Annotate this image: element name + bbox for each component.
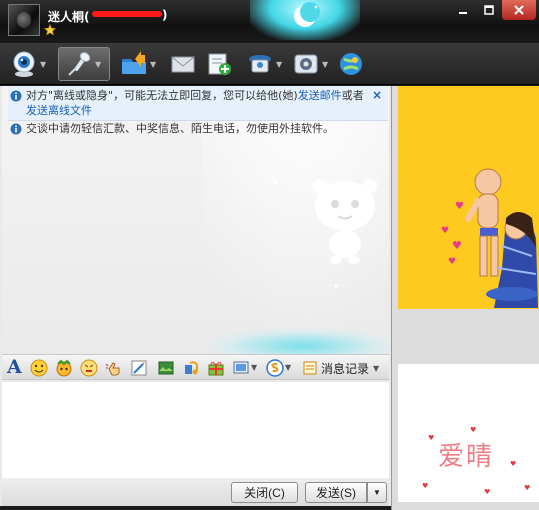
message-history-button[interactable]: 消息记录 ▼ <box>302 357 379 379</box>
heart-icon: ♥ <box>428 434 435 442</box>
heart-icon: ♥ <box>422 482 429 490</box>
heart-icon: ♥ <box>510 460 517 468</box>
notice-close-button[interactable]: × <box>372 88 382 103</box>
close-icon <box>514 5 524 15</box>
avatar-image-box[interactable]: 爱晴 ♥ ♥ ♥ ♥ ♥ ♥ <box>398 364 539 502</box>
chevron-down-icon: ▼ <box>322 59 329 69</box>
message-history-label: 消息记录 <box>321 361 370 376</box>
user-profile-icon <box>249 55 271 73</box>
chevron-down-icon[interactable]: ▼ <box>251 363 257 372</box>
offline-notice: 对方"离线或隐身"，可能无法立即回复，您可以给他(她)发送邮件或者发送离线文件 … <box>8 86 388 121</box>
send-offline-file-link[interactable]: 发送离线文件 <box>26 104 92 117</box>
history-icon <box>303 361 317 375</box>
app-button[interactable] <box>338 47 364 81</box>
emoji-icon[interactable] <box>30 359 48 377</box>
moon-icon <box>294 2 320 27</box>
avatar-show[interactable]: ♥ ♥ ♥ ♥ <box>398 86 539 309</box>
format-toolbar: A ▼ ▼ 消息记录 ▼ <box>2 354 389 380</box>
settings-icon <box>294 54 318 74</box>
title-bar: 迷人桐( ) <box>0 0 539 43</box>
close-chat-button[interactable]: 关闭(C) <box>231 482 298 503</box>
chat-panel: ✦ ✦ ✦ 对方"离线或隐身"，可能无法立即回复，您可以给他(她)发送邮件或者发… <box>0 86 391 506</box>
message-history[interactable]: ✦ ✦ ✦ 对方"离线或隐身"，可能无法立即回复，您可以给他(她)发送邮件或者发… <box>2 86 389 354</box>
chevron-down-icon: ▼ <box>95 59 102 69</box>
sparkle-icon: ✦ <box>332 282 340 292</box>
doodle-icon[interactable] <box>130 359 148 377</box>
settings-button[interactable]: ▼ <box>292 47 328 81</box>
voice-call-button[interactable]: ▼ <box>58 47 110 81</box>
redacted-id-mark <box>92 11 162 17</box>
webcam-icon <box>13 51 35 77</box>
heart-icon: ♥ <box>524 484 531 492</box>
svg-text:♥: ♥ <box>441 226 449 236</box>
avatar[interactable] <box>8 4 40 36</box>
payment-icon[interactable] <box>266 359 284 377</box>
maximize-icon <box>484 5 494 15</box>
info-icon <box>10 123 22 135</box>
send-button[interactable]: 发送(S) <box>305 482 367 503</box>
notice-text-b: 或者 <box>341 89 364 102</box>
chevron-down-icon: ▼ <box>40 59 47 69</box>
microphone-icon <box>68 52 91 76</box>
image-insert-icon[interactable] <box>233 359 251 377</box>
contact-name: 迷人桐( <box>48 10 90 24</box>
chevron-down-icon: ▼ <box>150 59 157 69</box>
minimize-icon <box>459 12 467 14</box>
magic-emoji-icon[interactable] <box>55 359 73 377</box>
image-text: 爱晴 <box>438 442 495 472</box>
avatar-show-figures: ♥ ♥ ♥ ♥ <box>441 168 538 308</box>
chevron-down-icon[interactable]: ▼ <box>285 363 291 372</box>
action-bar: 关闭(C) 发送(S) ▼ <box>2 478 389 506</box>
music-icon[interactable] <box>182 359 200 377</box>
chevron-down-icon: ▼ <box>373 363 380 373</box>
notice-text-a: 对方"离线或隐身"，可能无法立即回复，您可以给他(她) <box>26 89 298 102</box>
warning-text: 交谈中请勿轻信汇款、中奖信息、陌生电话，勿使用外挂软件。 <box>26 122 334 135</box>
maximize-button[interactable] <box>476 0 502 20</box>
send-options-button[interactable]: ▼ <box>367 482 387 503</box>
font-button[interactable]: A <box>7 356 22 378</box>
chevron-down-icon: ▼ <box>373 488 381 497</box>
folder-icon <box>122 51 146 74</box>
profile-button[interactable]: ▼ <box>246 47 282 81</box>
close-window-button[interactable] <box>502 0 536 20</box>
add-contact-button[interactable] <box>206 47 232 81</box>
svg-text:♥: ♥ <box>455 201 464 212</box>
contact-name-close: ) <box>162 8 168 22</box>
right-panel: ♥ ♥ ♥ ♥ 爱晴 ♥ ♥ ♥ ♥ ♥ ♥ <box>391 86 539 510</box>
shake-window-icon[interactable] <box>105 359 123 377</box>
minimize-button[interactable] <box>450 0 476 20</box>
mail-icon <box>171 56 195 73</box>
star-icon <box>44 24 56 36</box>
chevron-down-icon: ▼ <box>276 59 283 69</box>
send-mail-link[interactable]: 发送邮件 <box>298 89 342 102</box>
mascot-icon <box>313 179 377 264</box>
sparkle-icon: ✦ <box>270 176 281 190</box>
heart-icon: ♥ <box>484 488 491 496</box>
gift-icon[interactable] <box>207 359 225 377</box>
add-contact-icon <box>208 53 231 75</box>
video-call-button[interactable]: ▼ <box>10 47 46 81</box>
message-input[interactable] <box>2 382 389 478</box>
sticker-icon[interactable] <box>80 359 98 377</box>
toolbar: ▼ ▼ ▼ ▼ ▼ <box>0 43 539 85</box>
svg-text:♥: ♥ <box>452 239 462 252</box>
info-icon <box>10 90 22 102</box>
file-transfer-button[interactable]: ▼ <box>120 47 156 81</box>
screenshot-icon[interactable] <box>157 359 175 377</box>
send-mail-button[interactable] <box>170 47 196 81</box>
heart-icon: ♥ <box>470 426 477 434</box>
svg-text:♥: ♥ <box>448 257 456 267</box>
app-globe-icon <box>340 53 362 75</box>
security-warning: 交谈中请勿轻信汇款、中奖信息、陌生电话，勿使用外挂软件。 <box>10 122 389 136</box>
